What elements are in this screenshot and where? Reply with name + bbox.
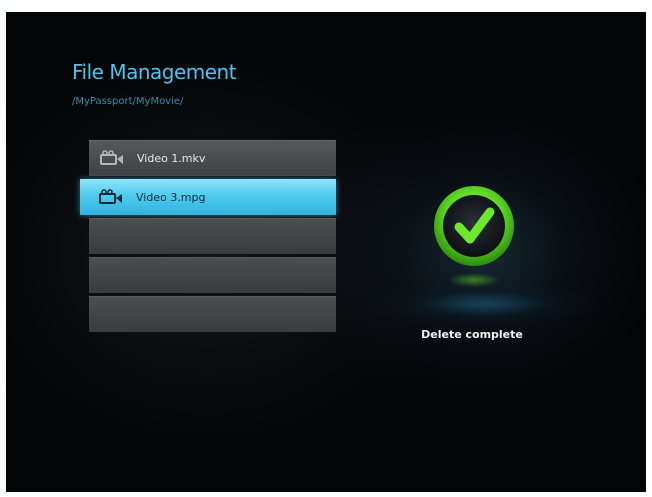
empty-list-slot bbox=[89, 218, 336, 254]
file-item-video-1[interactable]: Video 1.mkv bbox=[89, 140, 336, 176]
checkmark-icon bbox=[434, 186, 514, 287]
empty-list-slot bbox=[89, 257, 336, 293]
file-list: Video 1.mkv Video 3.mpg bbox=[80, 140, 336, 335]
delete-confirmation-panel: Delete complete bbox=[364, 162, 604, 362]
video-camera-icon bbox=[100, 150, 123, 165]
video-camera-icon bbox=[99, 189, 122, 204]
file-name: Video 1.mkv bbox=[137, 151, 206, 165]
file-name: Video 3.mpg bbox=[136, 190, 206, 204]
tv-screen: File Management /MyPassport/MyMovie/ Vid… bbox=[6, 12, 646, 492]
breadcrumb-path: /MyPassport/MyMovie/ bbox=[72, 96, 184, 107]
status-message: Delete complete bbox=[421, 328, 523, 341]
empty-list-slot bbox=[89, 296, 336, 332]
file-item-video-3[interactable]: Video 3.mpg bbox=[80, 179, 336, 215]
page-title: File Management bbox=[72, 60, 237, 84]
